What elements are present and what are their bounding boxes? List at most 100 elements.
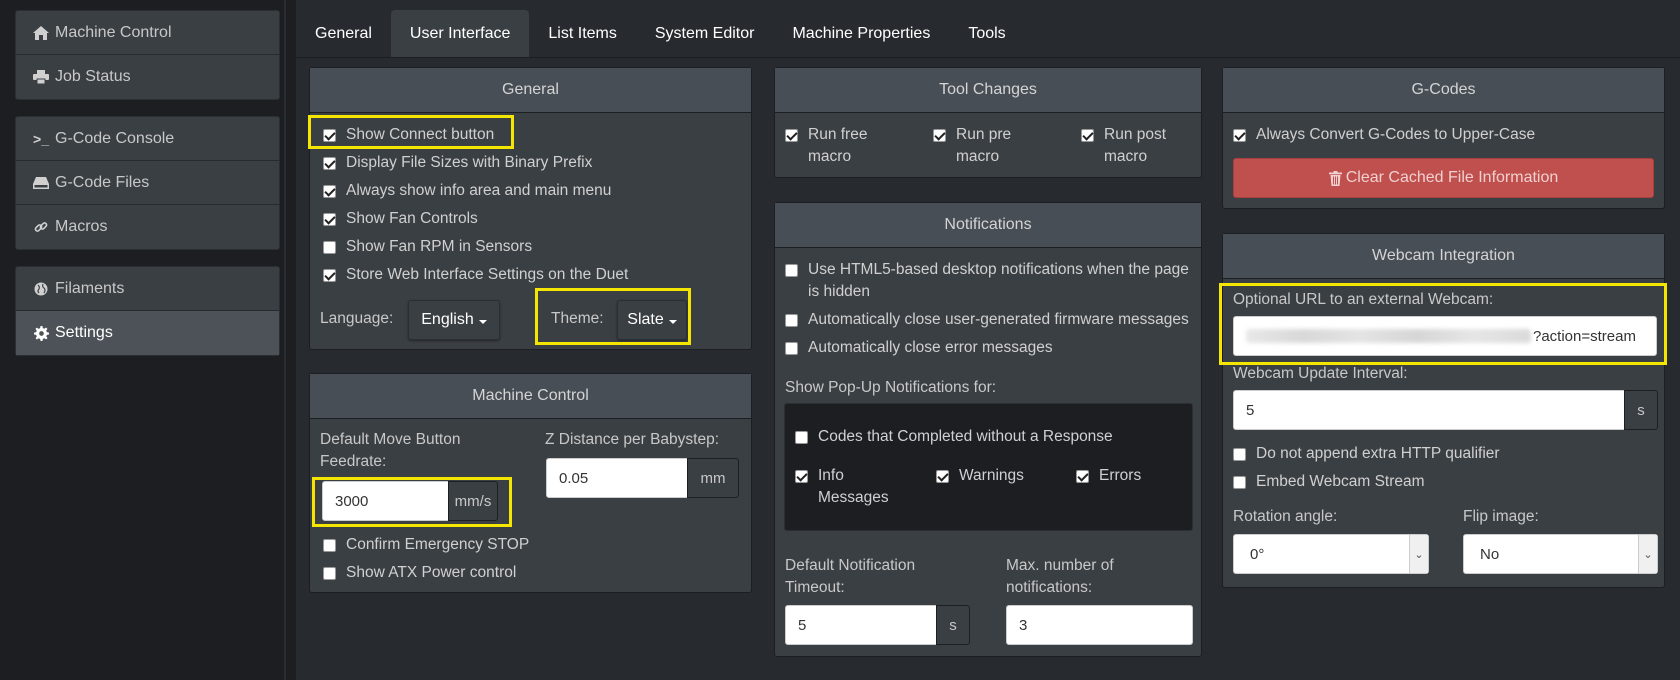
run-free-macro-checkbox[interactable]: Run free macro (785, 124, 867, 168)
flip-select[interactable]: No ⌄ (1463, 534, 1658, 574)
feedrate-label-line2: Feedrate: (320, 453, 387, 470)
globe-icon (32, 282, 50, 296)
no-http-qualifier-checkbox[interactable]: Do not append extra HTTP qualifier (1233, 443, 1500, 465)
checkbox-box[interactable] (323, 213, 336, 226)
checkbox-box[interactable] (323, 269, 336, 282)
popup-header: Show Pop-Up Notifications for: (785, 379, 997, 396)
checkbox-box[interactable] (1081, 129, 1094, 142)
checkbox-box[interactable] (785, 314, 798, 327)
printer-icon (32, 70, 50, 84)
babystep-label: Z Distance per Babystep: (545, 431, 720, 448)
checkbox-box[interactable] (933, 129, 946, 142)
warnings-checkbox[interactable]: Warnings (936, 465, 1024, 487)
webcam-interval-input[interactable]: 5 (1233, 390, 1625, 430)
auto-close-errors-checkbox[interactable]: Automatically close error messages (785, 337, 1053, 359)
checkbox-box[interactable] (323, 157, 336, 170)
machine-control-panel-title: Machine Control (310, 374, 751, 419)
babystep-unit: mm (687, 458, 739, 498)
sidebar-item-settings[interactable]: Settings (16, 311, 279, 355)
sidebar-item-gcode-console[interactable]: >_ G-Code Console (16, 117, 279, 161)
sidebar: Machine Control Job Status >_ G-Code Con… (0, 0, 286, 680)
run-post-macro-checkbox[interactable]: Run post macro (1081, 124, 1166, 168)
timeout-label-line1: Default Notification (785, 557, 916, 574)
tab-user-interface[interactable]: User Interface (390, 10, 530, 57)
flip-label: Flip image: (1463, 508, 1539, 525)
babystep-input[interactable]: 0.05 (546, 458, 688, 498)
checkbox-box[interactable] (785, 264, 798, 277)
gear-icon (32, 325, 50, 341)
checkbox-box[interactable] (936, 470, 949, 483)
checkbox-box[interactable] (1233, 448, 1246, 461)
sidebar-item-macros[interactable]: Macros (16, 205, 279, 249)
settings-tabs: General User Interface List Items System… (296, 10, 1025, 57)
checkbox-box[interactable] (785, 129, 798, 142)
checkbox-box[interactable] (1076, 470, 1089, 483)
html5-notifications-checkbox[interactable]: Use HTML5-based desktop notifications wh… (785, 259, 1189, 303)
sidebar-group-machine: Machine Control Job Status (15, 10, 280, 100)
checkbox-box[interactable] (323, 241, 336, 254)
popup-options-well: Codes that Completed without a Response … (784, 403, 1193, 531)
gcodes-panel: G-Codes Always Convert G-Codes to Upper-… (1222, 67, 1665, 209)
general-panel-title: General (310, 68, 751, 113)
tab-divider (296, 57, 1680, 58)
terminal-icon: >_ (33, 130, 49, 147)
auto-close-firmware-checkbox[interactable]: Automatically close user-generated firmw… (785, 309, 1189, 331)
embed-webcam-checkbox[interactable]: Embed Webcam Stream (1233, 471, 1425, 493)
checkbox-box[interactable] (323, 539, 336, 552)
timeout-unit: s (936, 605, 970, 645)
tab-list-items[interactable]: List Items (529, 10, 635, 57)
show-fan-rpm-checkbox[interactable]: Show Fan RPM in Sensors (323, 236, 532, 258)
gcodes-panel-title: G-Codes (1223, 68, 1664, 113)
checkbox-box[interactable] (1233, 476, 1246, 489)
chevron-down-icon: ⌄ (1638, 535, 1657, 573)
highlight-feedrate (312, 477, 512, 527)
show-info-area-checkbox[interactable]: Always show info area and main menu (323, 180, 611, 202)
run-pre-macro-checkbox[interactable]: Run pre macro (933, 124, 1011, 168)
timeout-input[interactable]: 5 (785, 605, 937, 645)
checkbox-box[interactable] (795, 470, 808, 483)
tab-system-editor[interactable]: System Editor (636, 10, 774, 57)
codes-no-response-checkbox[interactable]: Codes that Completed without a Response (795, 426, 1113, 448)
language-dropdown[interactable]: English (408, 300, 500, 340)
clear-cache-button[interactable]: Clear Cached File Information (1233, 158, 1654, 198)
sidebar-item-gcode-files[interactable]: G-Code Files (16, 161, 279, 205)
webcam-panel-title: Webcam Integration (1223, 234, 1664, 279)
language-label: Language: (320, 310, 394, 327)
binary-prefix-checkbox[interactable]: Display File Sizes with Binary Prefix (323, 152, 592, 174)
hdd-icon (32, 176, 50, 189)
tab-general[interactable]: General (296, 10, 391, 57)
sidebar-group-gcode: >_ G-Code Console G-Code Files Macros (15, 116, 280, 250)
checkbox-box[interactable] (323, 567, 336, 580)
trash-icon (1328, 170, 1342, 186)
checkbox-box[interactable] (1233, 129, 1246, 142)
max-notifications-label-line2: notifications: (1006, 579, 1093, 596)
rotation-label: Rotation angle: (1233, 508, 1338, 525)
highlight-theme (535, 288, 691, 345)
rotation-select[interactable]: 0° ⌄ (1233, 534, 1429, 574)
errors-checkbox[interactable]: Errors (1076, 465, 1141, 487)
checkbox-box[interactable] (785, 342, 798, 355)
max-notifications-label-line1: Max. number of (1006, 557, 1114, 574)
highlight-show-connect (308, 115, 514, 149)
main-content: General User Interface List Items System… (296, 0, 1680, 680)
uppercase-gcodes-checkbox[interactable]: Always Convert G-Codes to Upper-Case (1233, 124, 1535, 146)
sidebar-item-job-status[interactable]: Job Status (16, 55, 279, 99)
checkbox-box[interactable] (323, 185, 336, 198)
tool-changes-panel: Tool Changes Run free macro Run pre macro … (774, 67, 1202, 178)
store-settings-on-duet-checkbox[interactable]: Store Web Interface Settings on the Duet (323, 264, 628, 286)
tab-tools[interactable]: Tools (949, 10, 1024, 57)
highlight-webcam-url (1219, 283, 1667, 365)
link-icon (32, 220, 50, 234)
notifications-panel: Notifications Use HTML5-based desktop no… (774, 202, 1202, 657)
info-messages-checkbox[interactable]: Info Messages (795, 465, 889, 509)
confirm-emergency-stop-checkbox[interactable]: Confirm Emergency STOP (323, 534, 529, 556)
sidebar-item-filaments[interactable]: Filaments (16, 267, 279, 311)
show-atx-power-checkbox[interactable]: Show ATX Power control (323, 562, 516, 584)
sidebar-item-machine-control[interactable]: Machine Control (16, 11, 279, 55)
notifications-panel-title: Notifications (775, 203, 1201, 248)
show-fan-controls-checkbox[interactable]: Show Fan Controls (323, 208, 478, 230)
checkbox-box[interactable] (795, 431, 808, 444)
max-notifications-input[interactable]: 3 (1006, 605, 1193, 645)
tool-changes-panel-title: Tool Changes (775, 68, 1201, 113)
tab-machine-properties[interactable]: Machine Properties (773, 10, 949, 57)
